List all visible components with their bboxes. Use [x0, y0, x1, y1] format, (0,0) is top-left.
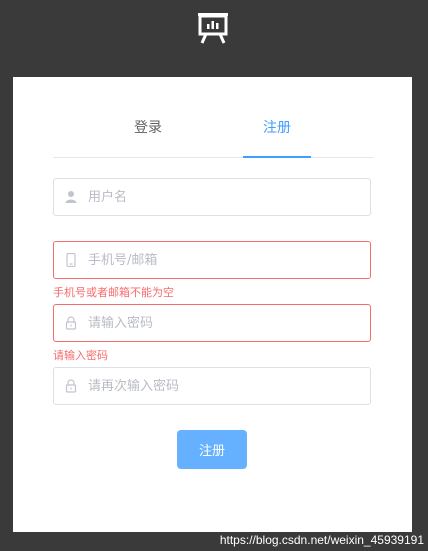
- register-button[interactable]: 注册: [177, 430, 247, 469]
- active-tab-indicator: [243, 156, 311, 158]
- user-icon: [65, 191, 77, 203]
- password-input[interactable]: [88, 305, 358, 341]
- tab-register[interactable]: 注册: [243, 117, 311, 158]
- presentation-board-icon: [198, 13, 228, 44]
- password-error: 请输入密码: [53, 349, 108, 362]
- watermark: https://blog.csdn.net/weixin_45939191: [219, 533, 424, 547]
- tab-register-label: 注册: [263, 120, 291, 136]
- contact-input[interactable]: [88, 242, 358, 278]
- register-card: 登录 注册 手机号或者邮箱不能为空 请输入密码: [13, 77, 412, 532]
- confirm-password-field: [53, 367, 371, 405]
- password-field: [53, 304, 371, 342]
- lock-icon: [65, 379, 77, 393]
- tab-login[interactable]: 登录: [118, 117, 178, 157]
- contact-field: [53, 241, 371, 279]
- tab-login-label: 登录: [134, 120, 162, 136]
- username-field: [53, 178, 371, 216]
- lock-icon: [65, 316, 77, 330]
- username-input[interactable]: [88, 179, 358, 215]
- confirm-password-input[interactable]: [88, 368, 358, 404]
- tab-bar: 登录 注册: [53, 107, 373, 158]
- phone-icon: [66, 253, 76, 267]
- contact-error: 手机号或者邮箱不能为空: [53, 286, 174, 299]
